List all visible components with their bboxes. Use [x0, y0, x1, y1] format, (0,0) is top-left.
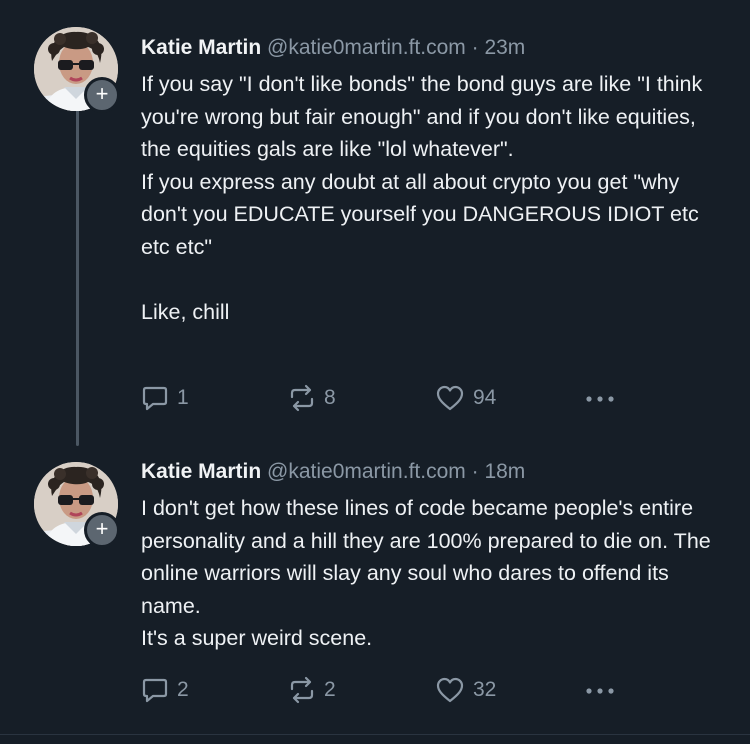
post-paragraph: If you say "I don't like bonds" the bond…: [141, 72, 703, 161]
repost-button[interactable]: 8: [288, 382, 336, 414]
reply-count: 1: [177, 386, 189, 409]
post-timestamp[interactable]: 23m: [484, 36, 525, 59]
post-actions: 2 2 32: [141, 674, 641, 706]
post-header: Katie Martin @katie0martin.ft.com · 18m: [141, 460, 525, 484]
repost-count: 2: [324, 678, 336, 701]
like-button[interactable]: 32: [435, 674, 496, 706]
post-header: Katie Martin @katie0martin.ft.com · 23m: [141, 36, 525, 60]
author-handle[interactable]: @katie0martin.ft.com: [267, 36, 466, 59]
repost-arrows-icon: [288, 676, 316, 704]
post-paragraph: Like, chill: [141, 299, 230, 324]
ellipsis-icon: [583, 384, 617, 412]
plus-icon: +: [95, 81, 109, 106]
post-actions: 1 8 94: [141, 382, 641, 414]
heart-icon: [435, 676, 465, 704]
post-paragraph: It's a super weird scene.: [141, 626, 373, 650]
like-button[interactable]: 94: [435, 382, 496, 414]
repost-count: 8: [324, 386, 336, 409]
author-name[interactable]: Katie Martin: [141, 36, 261, 59]
plus-icon: +: [95, 516, 109, 541]
author-avatar-container: +: [34, 462, 122, 550]
repost-button[interactable]: 2: [288, 674, 336, 706]
repost-arrows-icon: [288, 384, 316, 412]
post[interactable]: + Katie Martin @katie0martin.ft.com · 18…: [0, 436, 750, 736]
reply-button[interactable]: 2: [141, 674, 189, 706]
like-count: 32: [473, 678, 497, 701]
separator-dot: ·: [471, 460, 479, 483]
post-timestamp[interactable]: 18m: [484, 460, 525, 483]
speech-bubble-icon: [141, 384, 169, 412]
post-body: If you say "I don't like bonds" the bond…: [141, 68, 731, 328]
follow-plus-button[interactable]: +: [84, 77, 120, 113]
reply-count: 2: [177, 678, 189, 701]
feed-divider: [0, 734, 750, 735]
thread-feed: + Katie Martin @katie0martin.ft.com · 23…: [0, 0, 750, 744]
follow-plus-button[interactable]: +: [84, 512, 120, 548]
post-body: I don't get how these lines of code beca…: [141, 492, 731, 655]
post-paragraph: I don't get how these lines of code beca…: [141, 496, 711, 618]
like-count: 94: [473, 386, 497, 409]
author-handle[interactable]: @katie0martin.ft.com: [267, 460, 466, 483]
post-paragraph: If you express any doubt at all about cr…: [141, 169, 699, 259]
separator-dot: ·: [471, 36, 479, 59]
author-avatar-container: +: [34, 27, 122, 115]
author-name[interactable]: Katie Martin: [141, 460, 261, 483]
heart-icon: [435, 384, 465, 412]
post[interactable]: + Katie Martin @katie0martin.ft.com · 23…: [0, 0, 750, 436]
speech-bubble-icon: [141, 676, 169, 704]
reply-button[interactable]: 1: [141, 382, 189, 414]
more-options-button[interactable]: [583, 382, 617, 414]
more-options-button[interactable]: [583, 674, 617, 706]
ellipsis-icon: [583, 676, 617, 704]
